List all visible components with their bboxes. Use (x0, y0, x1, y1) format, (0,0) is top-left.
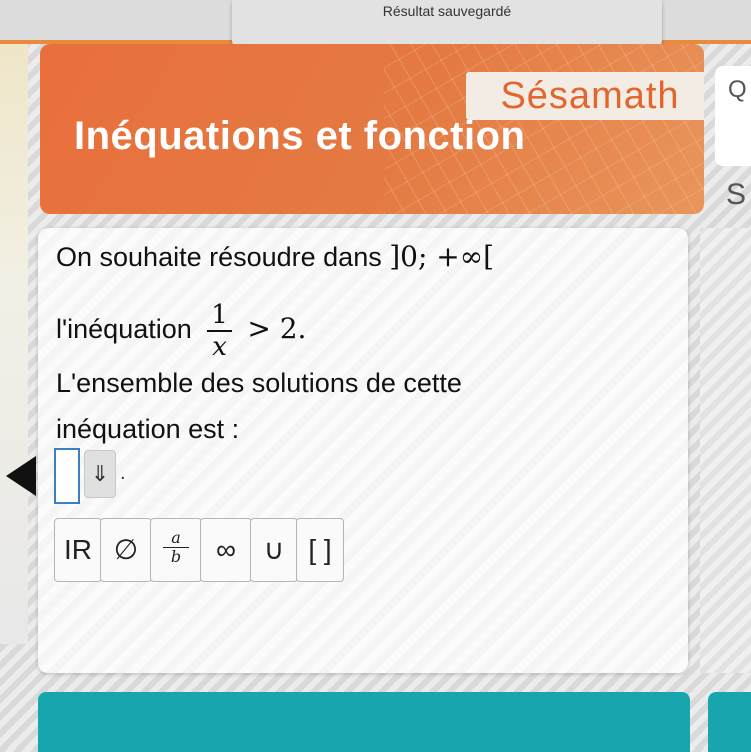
fraction-denominator: x (212, 332, 227, 362)
bottom-right-teal-panel (708, 692, 751, 752)
question-card (38, 228, 688, 673)
save-status-text: Résultat sauvegardé (382, 3, 512, 19)
question-line-3: L'ensemble des solutions de cette (56, 368, 462, 398)
right-background-strip (700, 228, 751, 673)
next-card-letter-q: Q (728, 76, 747, 103)
key-fraction[interactable]: a b (150, 518, 202, 582)
save-status-banner: Résultat sauvegardé (232, 0, 662, 50)
key-fraction-num: a (163, 529, 189, 548)
key-fraction-den: b (170, 547, 182, 566)
domain-interval: ]0; +∞[ (389, 240, 495, 273)
key-real-numbers[interactable]: IR (54, 518, 102, 582)
sesamath-logo-text: Sésamath (500, 75, 680, 117)
key-interval-brackets[interactable]: [ ] (296, 518, 344, 582)
key-union[interactable]: ∪ (250, 518, 298, 582)
inequality-rhs: > 2. (247, 312, 307, 346)
key-fraction-icon: a b (151, 529, 201, 566)
next-card-letter-s: S (726, 178, 747, 211)
answer-input[interactable] (54, 448, 80, 504)
exercise-header: Sésamath Inéquations et fonction (40, 44, 704, 214)
previous-arrow-icon[interactable] (6, 456, 36, 496)
expand-down-arrow-icon[interactable]: ⇓ (84, 450, 116, 498)
page-title: Inéquations et fonction (74, 114, 526, 158)
question-text-domain: On souhaite résoudre dans (56, 242, 382, 272)
question-line-1: On souhaite résoudre dans ]0; +∞[ (56, 240, 494, 273)
bottom-teal-panel (38, 692, 690, 752)
question-text-inequation: l'inéquation (56, 314, 192, 345)
question-line-2: l'inéquation 1 x > 2. (56, 300, 306, 362)
answer-period: . (120, 462, 126, 484)
left-edge-panel (0, 44, 28, 644)
key-empty-set[interactable]: ∅ (100, 518, 152, 582)
key-infinity[interactable]: ∞ (200, 518, 252, 582)
fraction-numerator: 1 (207, 300, 232, 332)
fraction-one-over-x: 1 x (207, 300, 232, 362)
question-line-4: inéquation est : (56, 414, 240, 444)
sesamath-logo: Sésamath (466, 72, 704, 120)
